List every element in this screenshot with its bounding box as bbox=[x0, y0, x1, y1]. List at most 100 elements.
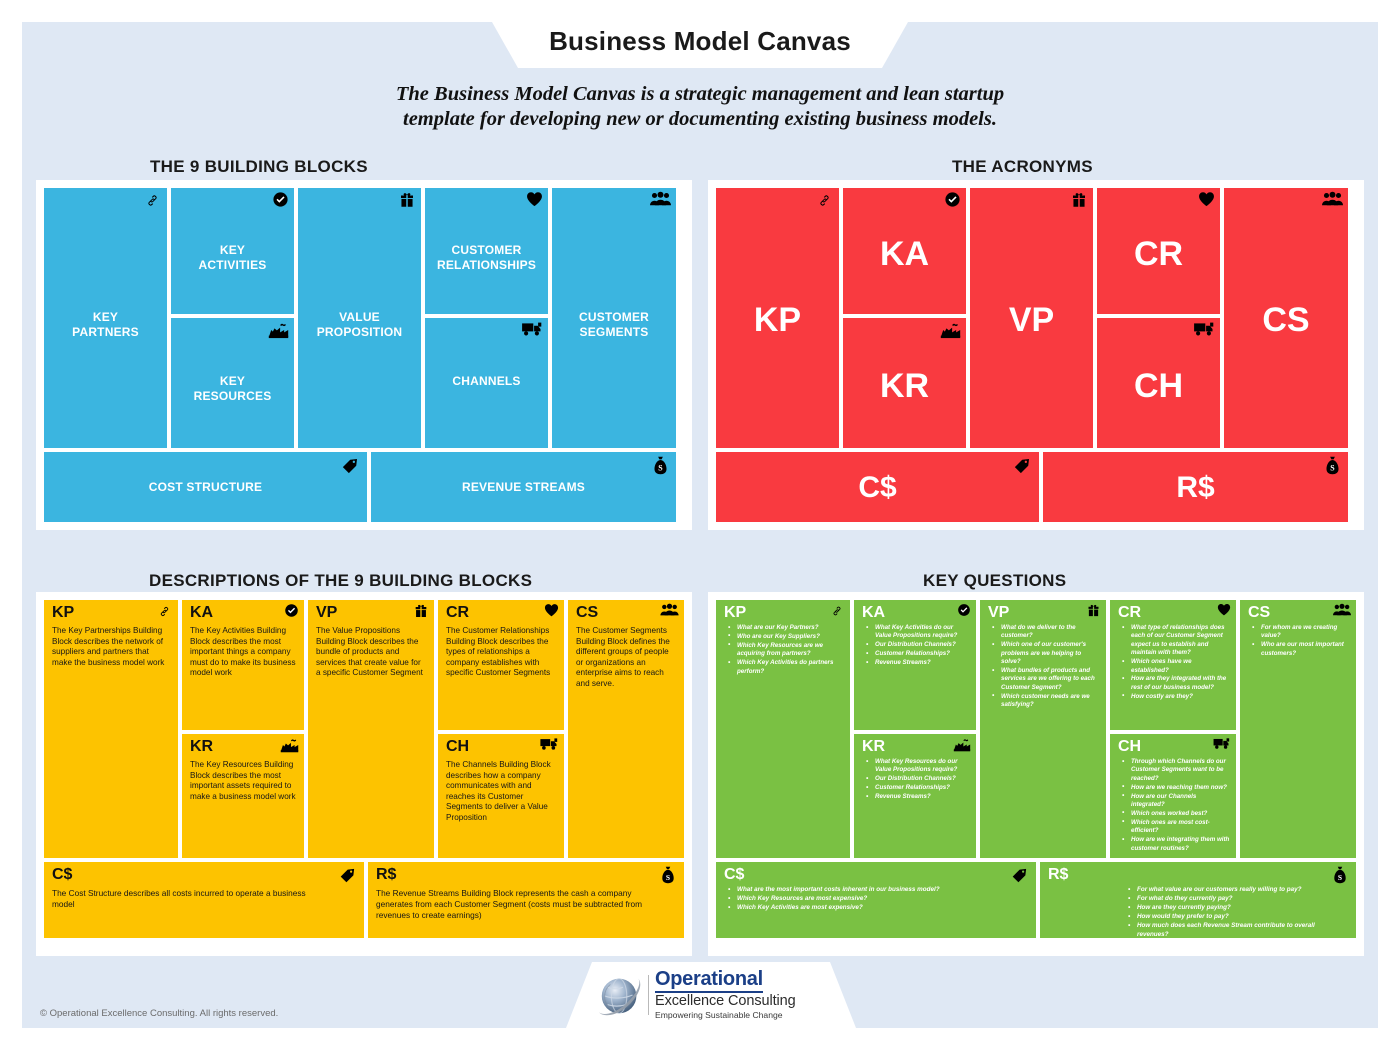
building-blocks-panel: KEYPARTNERS KEYACTIVITIES KEYRESOURCE bbox=[36, 180, 692, 530]
acronym-label-kp: KP bbox=[753, 301, 802, 339]
acronym-value-proposition[interactable]: VP bbox=[970, 188, 1093, 448]
people-icon bbox=[1333, 603, 1351, 616]
factory-icon bbox=[268, 321, 289, 339]
description-card-revenue[interactable]: R$ S The Revenue Streams Building Block … bbox=[368, 862, 684, 938]
acronym-label-cs: CS bbox=[1262, 301, 1310, 339]
block-customer-segments[interactable]: CUSTOMER SEGMENTS bbox=[552, 188, 676, 448]
question-item: How are our Channels integrated? bbox=[1122, 792, 1230, 810]
acronym-cost-structure[interactable]: C$ bbox=[716, 452, 1039, 522]
card-text-ka: The Key Activities Building Block descri… bbox=[190, 626, 296, 678]
question-item: How would they prefer to pay? bbox=[1128, 913, 1324, 922]
question-item: How costly are they? bbox=[1122, 692, 1230, 701]
card-code-kr: KR bbox=[862, 738, 886, 755]
gift-icon bbox=[398, 191, 416, 209]
question-card-cs[interactable]: CS For whom are we creating value?Who ar… bbox=[1240, 600, 1356, 858]
card-code-cr: CR bbox=[446, 604, 470, 621]
section-heading-key-questions: KEY QUESTIONS bbox=[923, 571, 1067, 590]
question-card-kr[interactable]: KR What Key Resources do our Value Propo… bbox=[854, 734, 976, 858]
card-code-cs: CS bbox=[1248, 604, 1271, 621]
card-code-cr: CR bbox=[1118, 604, 1142, 621]
card-code-ch: CH bbox=[446, 738, 470, 755]
question-card-ka[interactable]: KA What Key Activities do our Value Prop… bbox=[854, 600, 976, 730]
acronym-key-activities[interactable]: KA bbox=[843, 188, 966, 314]
question-item: Who are our Key Suppliers? bbox=[728, 632, 844, 641]
question-list-vp: What do we deliver to the customer?Which… bbox=[992, 624, 1100, 710]
block-label-customer-relationships: CUSTOMER RELATIONSHIPS bbox=[436, 243, 537, 272]
question-item: Which ones have we established? bbox=[1122, 658, 1230, 675]
card-code-vp: VP bbox=[316, 604, 338, 621]
card-code-ch: CH bbox=[1118, 738, 1142, 755]
people-icon bbox=[660, 603, 679, 616]
question-item: Revenue Streams? bbox=[866, 793, 970, 802]
description-card-cr[interactable]: CR The Customer Relationships Building B… bbox=[438, 600, 564, 730]
description-card-vp[interactable]: VP The Value Propositions Building Block… bbox=[308, 600, 434, 858]
heart-icon bbox=[526, 191, 543, 207]
acronym-revenue-streams[interactable]: S R$ bbox=[1043, 452, 1348, 522]
question-item: Which Key Resources are most expensive? bbox=[728, 895, 988, 904]
question-item: What Key Activities do our Value Proposi… bbox=[866, 624, 970, 641]
acronym-customer-segments[interactable]: CS bbox=[1224, 188, 1348, 448]
logo-divider bbox=[648, 975, 649, 1015]
block-value-proposition[interactable]: VALUE PROPOSITION bbox=[298, 188, 421, 448]
question-item: Revenue Streams? bbox=[866, 659, 970, 668]
link-icon bbox=[829, 603, 845, 619]
acronym-key-partners[interactable]: KP bbox=[716, 188, 839, 448]
question-item: Customer Relationships? bbox=[866, 650, 970, 659]
money-bag-icon: S bbox=[1333, 866, 1347, 884]
acronym-label-ka: KA bbox=[879, 235, 930, 273]
acronym-channels[interactable]: CH bbox=[1097, 318, 1220, 448]
description-card-cs[interactable]: CS The Customer Segments Building Block … bbox=[568, 600, 684, 858]
block-label-key-partners: KEY PARTNERS bbox=[72, 310, 139, 339]
block-channels[interactable]: CHANNELS bbox=[425, 318, 548, 448]
question-item: Which Key Activities do partners perform… bbox=[728, 659, 844, 676]
link-icon bbox=[143, 191, 162, 210]
question-item: For whom are we creating value? bbox=[1252, 624, 1350, 641]
question-card-revenue[interactable]: R$ S For what value are our customers re… bbox=[1040, 862, 1356, 938]
price-tag-icon bbox=[338, 867, 356, 885]
description-card-ka[interactable]: KA The Key Activities Building Block des… bbox=[182, 600, 304, 730]
block-label-cost-structure: COST STRUCTURE bbox=[148, 480, 263, 494]
question-item: How are they integrated with the rest of… bbox=[1122, 675, 1230, 692]
acronym-key-resources[interactable]: KR bbox=[843, 318, 966, 448]
block-cost-structure[interactable]: COST STRUCTURE bbox=[44, 452, 367, 522]
block-revenue-streams[interactable]: S REVENUE STREAMS bbox=[371, 452, 676, 522]
block-customer-relationships[interactable]: CUSTOMER RELATIONSHIPS bbox=[425, 188, 548, 314]
question-item: Who are our most important customers? bbox=[1252, 641, 1350, 658]
question-item: Which one of our customer's problems are… bbox=[992, 641, 1100, 666]
acronyms-panel: KP KA KR VP CR CH CS C$ S R$ bbox=[708, 180, 1364, 530]
logo-line-1: Operational bbox=[655, 969, 763, 993]
question-card-cr[interactable]: CR What type of relationships does each … bbox=[1110, 600, 1236, 730]
subtitle-line-1: The Business Model Canvas is a strategic… bbox=[395, 83, 1005, 105]
question-list-cr: What type of relationships does each of … bbox=[1122, 624, 1230, 702]
check-circle-icon bbox=[944, 191, 961, 208]
question-card-cost[interactable]: C$ What are the most important costs inh… bbox=[716, 862, 1036, 938]
acronym-label-cost: C$ bbox=[858, 471, 897, 504]
block-key-activities[interactable]: KEY ACTIVITIES bbox=[171, 188, 294, 314]
page-subtitle: The Business Model Canvas is a strategic… bbox=[200, 82, 1200, 132]
description-card-kr[interactable]: KR The Key Resources Building Block desc… bbox=[182, 734, 304, 858]
block-label-channels: CHANNELS bbox=[452, 374, 521, 388]
question-list-kp: What are our Key Partners?Who are our Ke… bbox=[728, 623, 844, 676]
block-key-partners[interactable]: KEY PARTNERS bbox=[44, 188, 167, 448]
description-card-cost[interactable]: C$ The Cost Structure describes all cost… bbox=[44, 862, 364, 938]
block-key-resources[interactable]: KEY RESOURCES bbox=[171, 318, 294, 448]
section-heading-building-blocks: THE 9 BUILDING BLOCKS bbox=[150, 157, 368, 176]
section-heading-acronyms: THE ACRONYMS bbox=[952, 157, 1093, 176]
question-item: Which ones are most cost-efficient? bbox=[1122, 818, 1230, 836]
description-card-kp[interactable]: KP The Key Partnerships Building Block d… bbox=[44, 600, 178, 858]
card-code-revenue: R$ bbox=[376, 866, 397, 883]
question-item: How are we reaching them now? bbox=[1122, 783, 1230, 792]
question-card-ch[interactable]: CH Through which Channels do our Custome… bbox=[1110, 734, 1236, 858]
price-tag-icon bbox=[1010, 867, 1028, 885]
question-list-revenue: For what value are our customers really … bbox=[1128, 886, 1324, 938]
question-card-vp[interactable]: VP What do we deliver to the customer?Wh… bbox=[980, 600, 1106, 858]
svg-text:S: S bbox=[1338, 873, 1342, 882]
acronym-label-cr: CR bbox=[1133, 235, 1184, 273]
description-card-ch[interactable]: CH The Channels Building Block describes… bbox=[438, 734, 564, 858]
question-item: Which ones worked best? bbox=[1122, 809, 1230, 818]
acronym-customer-relationships[interactable]: CR bbox=[1097, 188, 1220, 314]
svg-text:S: S bbox=[666, 873, 670, 882]
question-card-kp[interactable]: KP What are our Key Partners?Who are our… bbox=[716, 600, 850, 858]
question-item: For what value are our customers really … bbox=[1128, 886, 1324, 895]
question-item: How much does each Revenue Stream contri… bbox=[1128, 922, 1324, 938]
